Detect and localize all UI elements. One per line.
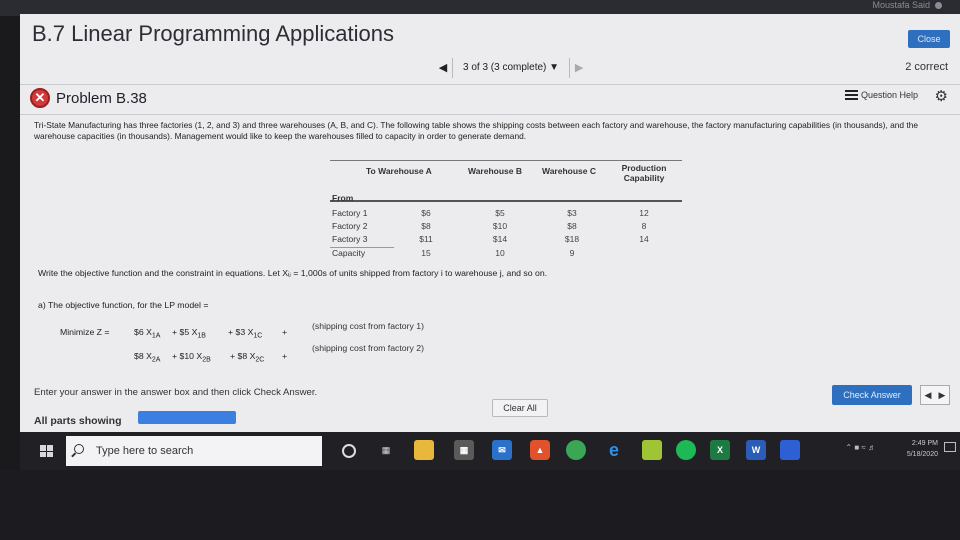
game-icon[interactable] xyxy=(642,440,662,460)
objective-term: + $3 X1C xyxy=(228,327,263,340)
problem-statement: Tri-State Manufacturing has three factor… xyxy=(34,120,919,141)
task-view-icon[interactable]: ▦ xyxy=(376,440,396,460)
question-position-dropdown[interactable]: 3 of 3 (3 complete) ▼ xyxy=(452,58,571,78)
table-rule xyxy=(330,200,682,202)
table-rule xyxy=(330,160,682,161)
question-help-label: Question Help xyxy=(860,90,918,100)
objective-term: $6 X1A xyxy=(134,327,161,340)
table-cell: $6 xyxy=(421,208,431,218)
header-warehouse-a: To Warehouse A xyxy=(366,166,432,176)
table-cell: 12 xyxy=(639,208,649,218)
edge-icon[interactable]: e xyxy=(604,440,624,460)
table-cell: 15 xyxy=(421,248,431,258)
divider xyxy=(20,84,960,85)
clock[interactable]: 2:49 PM 5/18/2020 xyxy=(907,438,938,460)
table-cell: 10 xyxy=(495,248,505,258)
plus-sign: + xyxy=(282,351,288,361)
laptop-bezel xyxy=(0,470,960,540)
objective-term: $8 X2A xyxy=(134,351,161,364)
video-icon[interactable] xyxy=(780,440,800,460)
previous-question-icon[interactable]: ◀ xyxy=(434,59,452,77)
answer-instruction: Enter your answer in the answer box and … xyxy=(34,387,318,398)
table-row-label: Capacity xyxy=(332,248,366,258)
chrome-icon[interactable] xyxy=(566,440,586,460)
clock-time: 2:49 PM xyxy=(911,440,938,447)
instruction-text: Write the objective function and the con… xyxy=(38,268,548,278)
spotify-icon[interactable] xyxy=(676,440,696,460)
search-placeholder: Type here to search xyxy=(96,445,194,457)
table-cell: $8 xyxy=(421,221,431,231)
objective-term: + $8 X2C xyxy=(230,351,265,364)
all-parts-progress-bar xyxy=(138,411,236,424)
score-label: 2 correct xyxy=(905,61,948,73)
calculator-icon[interactable]: ▦ xyxy=(454,440,474,460)
x-mark-icon: ✕ xyxy=(30,88,50,108)
part-pager: ◀ ▶ xyxy=(920,385,950,405)
table-cell: $14 xyxy=(492,234,508,244)
page-title: B.7 Linear Programming Applications xyxy=(32,21,394,46)
table-cell: 14 xyxy=(639,234,649,244)
problem-label: Problem B.38 xyxy=(56,89,147,107)
windows-taskbar: Type here to search ▦ ▦ ✉ ▲ e X W ⌃ ■ ≈ … xyxy=(20,432,960,470)
clear-all-button[interactable]: Clear All xyxy=(492,399,548,417)
from-label: From xyxy=(332,193,354,203)
factory-1-note: (shipping cost from factory 1) xyxy=(312,321,425,331)
table-row-label: Factory 2 xyxy=(332,221,368,231)
plus-sign: + xyxy=(282,327,288,337)
header-production-capability: Production Capability xyxy=(621,163,667,183)
excel-icon[interactable]: X xyxy=(710,440,730,460)
user-icon xyxy=(935,2,942,9)
table-cell: $8 xyxy=(567,221,577,231)
minimize-label: Minimize Z = xyxy=(60,327,110,337)
list-icon xyxy=(844,90,858,100)
clock-date: 5/18/2020 xyxy=(906,451,938,458)
word-icon[interactable]: W xyxy=(746,440,766,460)
file-explorer-icon[interactable] xyxy=(414,440,434,460)
table-cell: $10 xyxy=(492,221,508,231)
gear-icon[interactable]: ⚙ xyxy=(935,87,948,105)
question-navigator: ◀ 3 of 3 (3 complete) ▼ ▶ xyxy=(434,57,588,79)
pager-prev-icon[interactable]: ◀ xyxy=(921,386,935,404)
factory-2-note: (shipping cost from factory 2) xyxy=(312,343,425,353)
question-help-button[interactable]: Question Help xyxy=(844,90,918,100)
search-icon xyxy=(74,444,84,454)
table-cell: $11 xyxy=(419,234,433,244)
header-warehouse-b: Warehouse B xyxy=(468,166,523,176)
app-window: B.7 Linear Programming Applications Clos… xyxy=(20,14,960,432)
table-cell: 9 xyxy=(569,248,575,258)
header-warehouse-c: Warehouse C xyxy=(542,166,597,176)
objective-term: + $5 X1B xyxy=(172,327,206,340)
problem-header: ✕ Problem B.38 xyxy=(30,88,147,108)
table-row-label: Factory 3 xyxy=(332,234,368,244)
part-a-label: a) The objective function, for the LP mo… xyxy=(38,300,209,310)
cortana-circle-icon[interactable] xyxy=(342,444,356,458)
user-name: Moustafa Said xyxy=(872,0,930,10)
divider xyxy=(20,114,960,115)
notification-icon[interactable] xyxy=(944,442,956,452)
table-row-label: Factory 1 xyxy=(332,208,368,218)
table-cell: $5 xyxy=(495,208,505,218)
windows-start-icon[interactable] xyxy=(40,445,53,457)
next-question-icon[interactable]: ▶ xyxy=(570,59,588,77)
taskbar-search-input[interactable]: Type here to search xyxy=(66,436,322,466)
brave-icon[interactable]: ▲ xyxy=(530,440,550,460)
table-cell: 8 xyxy=(641,221,647,231)
close-button[interactable]: Close xyxy=(908,30,950,48)
objective-term: + $10 X2B xyxy=(172,351,211,364)
table-cell: $3 xyxy=(567,208,577,218)
check-answer-button[interactable]: Check Answer xyxy=(832,385,912,405)
pager-next-icon[interactable]: ▶ xyxy=(935,386,949,404)
table-cell: $18 xyxy=(564,234,580,244)
all-parts-label: All parts showing xyxy=(34,415,122,427)
mail-icon[interactable]: ✉ xyxy=(492,440,512,460)
system-tray-icons[interactable]: ⌃ ■ ≈ ♬ xyxy=(845,443,876,452)
